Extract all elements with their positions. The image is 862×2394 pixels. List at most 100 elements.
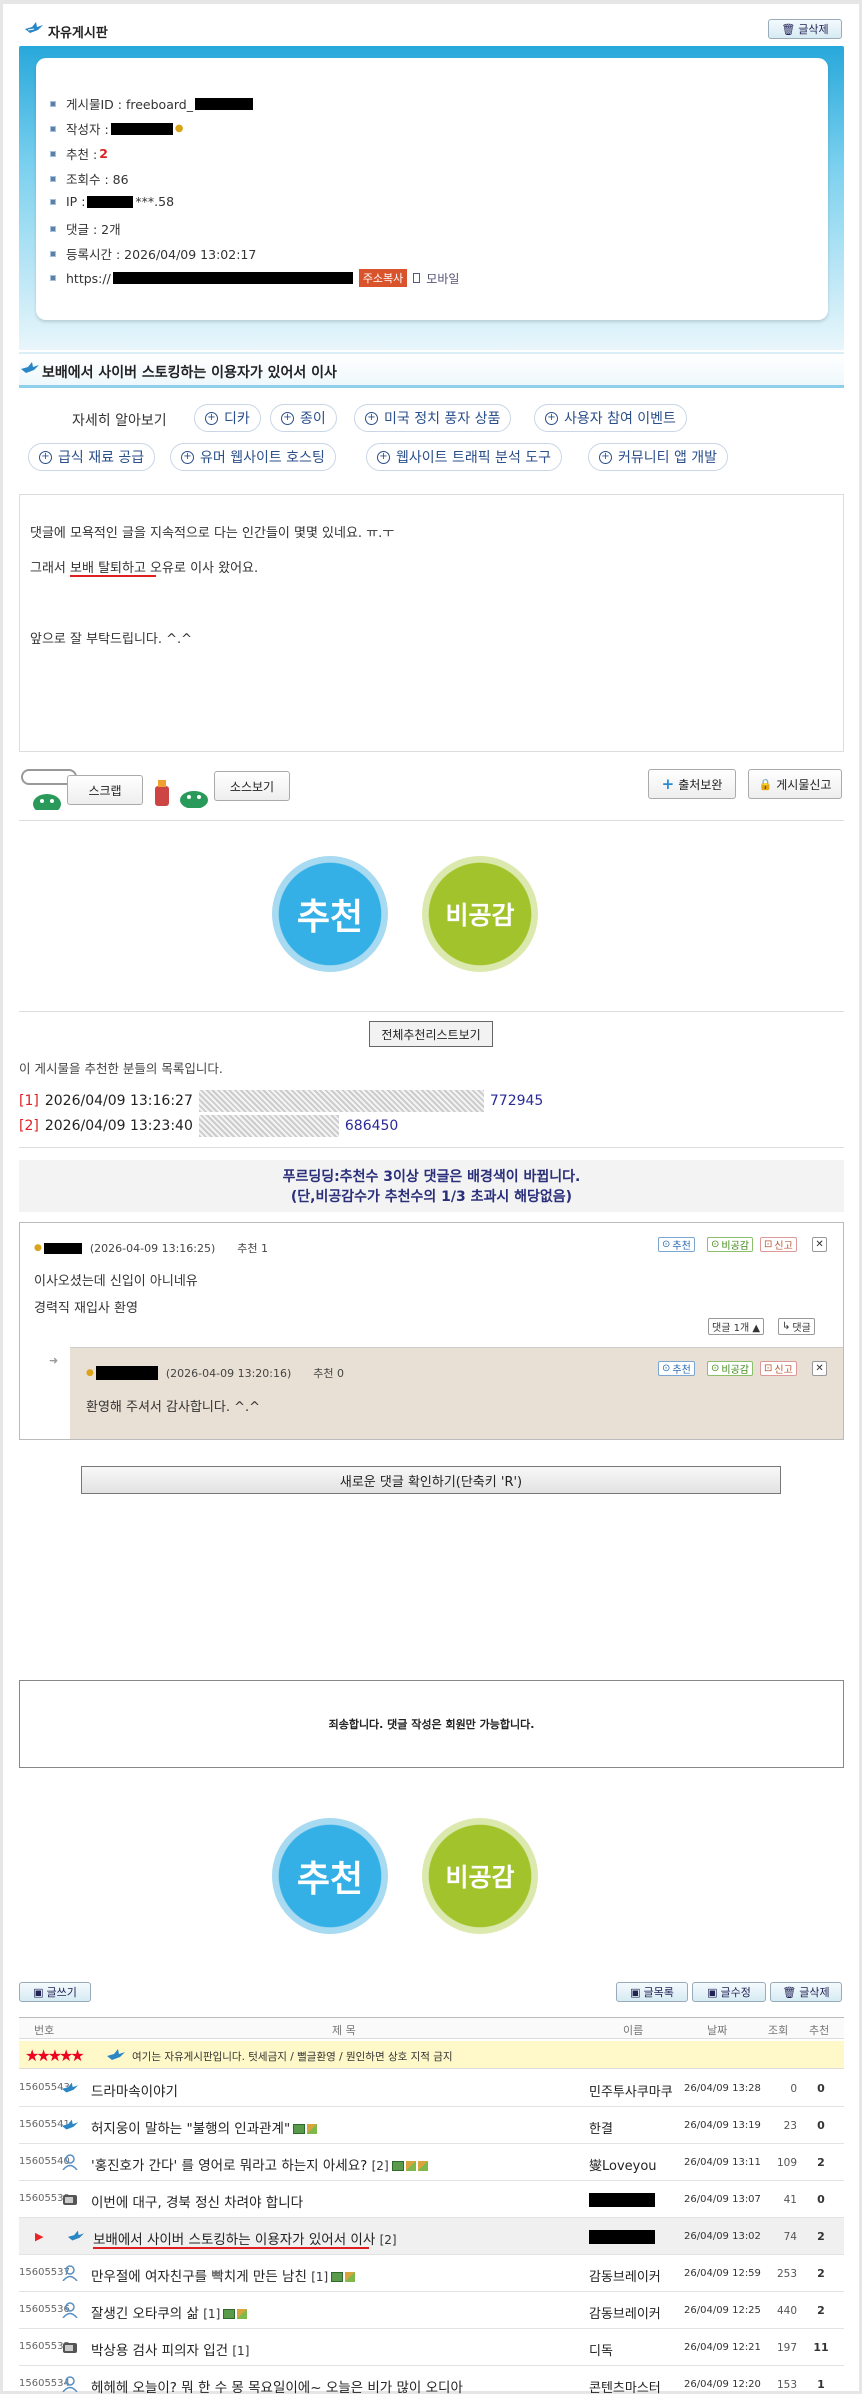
- recommender-row: [2] 2026/04/09 13:23:40 686450: [19, 1115, 398, 1137]
- board-row[interactable]: 15605534 헤헤헤 오늘이? 뭐 한 수 몽 목요일이에~ 오늘은 비가 …: [19, 2366, 844, 2394]
- write-button[interactable]: ▣ 글쓰기: [19, 1982, 91, 2002]
- row-title[interactable]: 드라마속이야기: [91, 2080, 178, 2100]
- plus-icon: +: [39, 450, 52, 464]
- row-title[interactable]: 만우절에 여자친구를 빡치게 만든 남친 [1]: [91, 2265, 356, 2285]
- delete-button[interactable]: 🗑 글삭제: [770, 1982, 842, 2002]
- copy-url-button[interactable]: 주소복사: [358, 269, 408, 287]
- board-row[interactable]: 15605536 잘생긴 오타쿠의 삶 [1] 감동브레이커 26/04/09 …: [19, 2292, 844, 2329]
- tag-item[interactable]: + 사용자 참여 이벤트: [534, 404, 687, 432]
- plus-icon: +: [599, 450, 612, 464]
- blurred-name: [198, 1090, 484, 1112]
- comment-report-button[interactable]: ⊡ 신고: [760, 1237, 797, 1252]
- comment-recommend-button[interactable]: ⊙ 추천: [658, 1361, 695, 1376]
- tag-item[interactable]: + 커뮤니티 앱 개발: [588, 443, 729, 471]
- image-icon: [331, 2272, 344, 2282]
- mobile-link[interactable]: 모바일: [426, 270, 459, 287]
- comment-text: 환영해 주셔서 감사합니다. ^.^: [86, 1400, 261, 1415]
- disagree-button[interactable]: 비공감: [422, 856, 538, 972]
- reply-button[interactable]: ↳ 댓글: [778, 1318, 815, 1335]
- tag-item[interactable]: + 급식 재료 공급: [28, 443, 156, 471]
- close-icon[interactable]: ✕: [812, 1361, 827, 1376]
- view-all-recommenders-button[interactable]: 전체추천리스트보기: [369, 1021, 493, 1047]
- comment-report-button[interactable]: ⊡ 신고: [760, 1361, 797, 1376]
- post-id-row: 게시물ID : freeboard_: [50, 94, 253, 113]
- medal-icon: ●: [86, 1368, 94, 1378]
- source-supplement-button[interactable]: + 출처보완: [648, 769, 736, 799]
- recommend-button[interactable]: 추천: [272, 856, 388, 972]
- redacted-name[interactable]: [589, 2192, 655, 2207]
- row-title[interactable]: 잘생긴 오타쿠의 삶 [1]: [91, 2302, 248, 2322]
- board-row[interactable]: 15605539 이번에 대구, 경북 정신 차려야 합니다 26/04/09 …: [19, 2181, 844, 2218]
- source-mascot-icon: [155, 780, 208, 808]
- tag-item[interactable]: + 종이: [270, 404, 337, 432]
- row-title[interactable]: 허지웅이 말하는 "불행의 인과관계": [91, 2117, 318, 2137]
- image-icon: [223, 2309, 236, 2319]
- disagree-button[interactable]: 비공감: [422, 1818, 538, 1934]
- pen-icon: [417, 2161, 428, 2171]
- board-notice-text[interactable]: 여기는 자유게시판입니다. 텃세금지 / 뻘글환영 / 뭔인하면 상호 지적 금…: [132, 2049, 453, 2064]
- post-url[interactable]: [112, 272, 353, 284]
- medal-icon: ●: [34, 1243, 42, 1253]
- image-icon: [293, 2124, 306, 2134]
- thumb-icon: ⊙: [711, 1363, 720, 1374]
- plus-icon: +: [661, 775, 675, 793]
- lock-icon: ⊡: [764, 1239, 773, 1250]
- row-title[interactable]: 보배에서 사이버 스토킹하는 이용자가 있어서 이사 [2]: [93, 2228, 397, 2248]
- board-row[interactable]: 15605541 허지웅이 말하는 "불행의 인과관계" 한결 26/04/09…: [19, 2107, 844, 2144]
- author-row: 작성자 : ●: [50, 119, 183, 138]
- tag-item[interactable]: + 유머 웹사이트 호스팅: [170, 443, 336, 471]
- tag-item[interactable]: + 웹사이트 트래픽 분석 도구: [366, 443, 563, 471]
- person-icon: [62, 2265, 78, 2281]
- bird-icon: [61, 2082, 79, 2093]
- bird-icon: [107, 2049, 125, 2060]
- check-new-comments-button[interactable]: 새로운 댓글 확인하기(단축키 'R'): [81, 1466, 781, 1494]
- row-title[interactable]: 헤헤헤 오늘이? 뭐 한 수 몽 목요일이에~ 오늘은 비가 많이 오디아: [91, 2376, 463, 2394]
- board-row-current[interactable]: ▶ 보배에서 사이버 스토킹하는 이용자가 있어서 이사 [2] 26/04/0…: [19, 2218, 844, 2255]
- star-icons: ★★★★★: [25, 2046, 85, 2065]
- row-title[interactable]: 박상용 검사 피의자 입건 [1]: [91, 2339, 249, 2359]
- write-icon: ▣: [33, 1985, 44, 1999]
- redacted-name[interactable]: [589, 2229, 655, 2244]
- comment-meta: ● (2026-04-09 13:16:25) 추천 1: [34, 1241, 269, 1256]
- board-row[interactable]: 15605537 만우절에 여자친구를 빡치게 만든 남친 [1] 감동브레이커…: [19, 2255, 844, 2292]
- thumb-icon: ⊙: [711, 1239, 720, 1250]
- row-title[interactable]: '홍진호가 간다' 를 영어로 뭐라고 하는지 아세요? [2]: [91, 2154, 428, 2174]
- toggle-replies-button[interactable]: 댓글 1개 ▲: [708, 1318, 765, 1335]
- list-button[interactable]: ▣ 글목록: [616, 1982, 688, 2002]
- col-header-no: 번호: [34, 2024, 55, 2037]
- image-icon: [391, 2161, 404, 2171]
- recommend-button[interactable]: 추천: [272, 1818, 388, 1934]
- edit-button[interactable]: ▣ 글수정: [692, 1982, 766, 2002]
- post-bird-icon: [21, 362, 39, 373]
- board-row[interactable]: 15605540 '홍진호가 간다' 를 영어로 뭐라고 하는지 아세요? [2…: [19, 2144, 844, 2181]
- report-post-button[interactable]: 🔒 게시물신고: [748, 769, 842, 799]
- plus-icon: +: [205, 411, 218, 425]
- source-view-button[interactable]: 소스보기: [214, 771, 290, 801]
- close-icon[interactable]: ✕: [812, 1237, 827, 1252]
- board-row[interactable]: 15605535 박상용 검사 피의자 입건 [1] 디독 26/04/09 1…: [19, 2329, 844, 2366]
- tags-prefix: 자세히 알아보기: [72, 413, 167, 429]
- tag-item[interactable]: + 디카: [194, 404, 261, 432]
- trash-icon: 🗑: [781, 22, 796, 36]
- divider: [19, 1147, 844, 1148]
- delete-post-button[interactable]: 🗑 글삭제: [768, 19, 842, 39]
- thumb-icon: ⊙: [662, 1239, 671, 1250]
- plus-icon: +: [545, 411, 558, 425]
- comment-disagree-button[interactable]: ⊙ 비공감: [707, 1237, 753, 1252]
- person-icon: [62, 2302, 78, 2318]
- scrap-button[interactable]: 스크랩: [67, 775, 143, 805]
- comment-recommend-button[interactable]: ⊙ 추천: [658, 1237, 695, 1252]
- date-row: 등록시간 : 2026/04/09 13:02:17: [50, 244, 256, 263]
- col-header-views: 조회: [768, 2024, 789, 2037]
- row-title[interactable]: 이번에 대구, 경북 정신 차려야 합니다: [91, 2191, 303, 2211]
- post-body-line: 그래서 보배 탈퇴하고 오유로 이사 왔어요.: [30, 561, 259, 576]
- pen-icon: [405, 2161, 416, 2171]
- plus-icon: +: [281, 411, 294, 425]
- pen-icon: [237, 2309, 248, 2319]
- divider: [19, 1011, 844, 1012]
- lock-icon: ⊡: [764, 1363, 773, 1374]
- comment-disagree-button[interactable]: ⊙ 비공감: [707, 1361, 753, 1376]
- tag-item[interactable]: + 미국 정치 풍자 상품: [354, 404, 512, 432]
- person-icon: [62, 2154, 78, 2170]
- board-row[interactable]: 15605543 드라마속이야기 민주투사쿠마쿠 26/04/09 13:28 …: [19, 2070, 844, 2107]
